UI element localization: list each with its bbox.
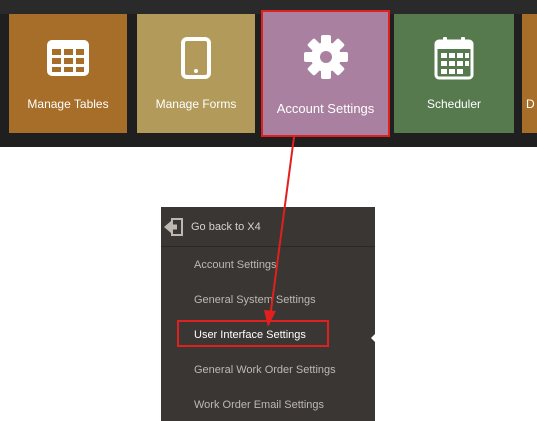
app-tile-bar: Manage Tables Manage Forms Account Setti… — [0, 0, 537, 147]
gear-icon — [262, 33, 389, 81]
tile-partial[interactable]: D — [522, 14, 537, 133]
exit-arrow-icon — [163, 218, 183, 236]
active-item-caret-icon — [371, 333, 376, 343]
tile-label: Account Settings — [276, 101, 375, 116]
calendar-icon — [394, 34, 514, 82]
tile-label: D — [526, 97, 535, 111]
table-grid-icon — [9, 34, 127, 82]
menu-item-account-settings[interactable]: Account Settings — [194, 258, 277, 272]
tablet-icon — [137, 34, 255, 82]
tile-label: Scheduler — [426, 97, 482, 111]
menu-item-general-system-settings[interactable]: General System Settings — [194, 293, 316, 307]
go-back-button[interactable]: Go back to X4 — [161, 207, 375, 247]
go-back-label: Go back to X4 — [191, 221, 261, 233]
menu-item-general-work-order-settings[interactable]: General Work Order Settings — [194, 363, 336, 377]
settings-menu: Go back to X4 Account Settings General S… — [161, 207, 375, 421]
tile-label: Manage Tables — [27, 97, 109, 111]
tile-label: Manage Forms — [155, 97, 237, 111]
selection-highlight-box — [177, 320, 329, 347]
tile-manage-tables[interactable]: Manage Tables — [9, 14, 127, 133]
tile-scheduler[interactable]: Scheduler — [394, 14, 514, 133]
tile-account-settings[interactable]: Account Settings — [261, 10, 390, 137]
tile-manage-forms[interactable]: Manage Forms — [137, 14, 255, 133]
menu-item-work-order-email-settings[interactable]: Work Order Email Settings — [194, 398, 324, 412]
